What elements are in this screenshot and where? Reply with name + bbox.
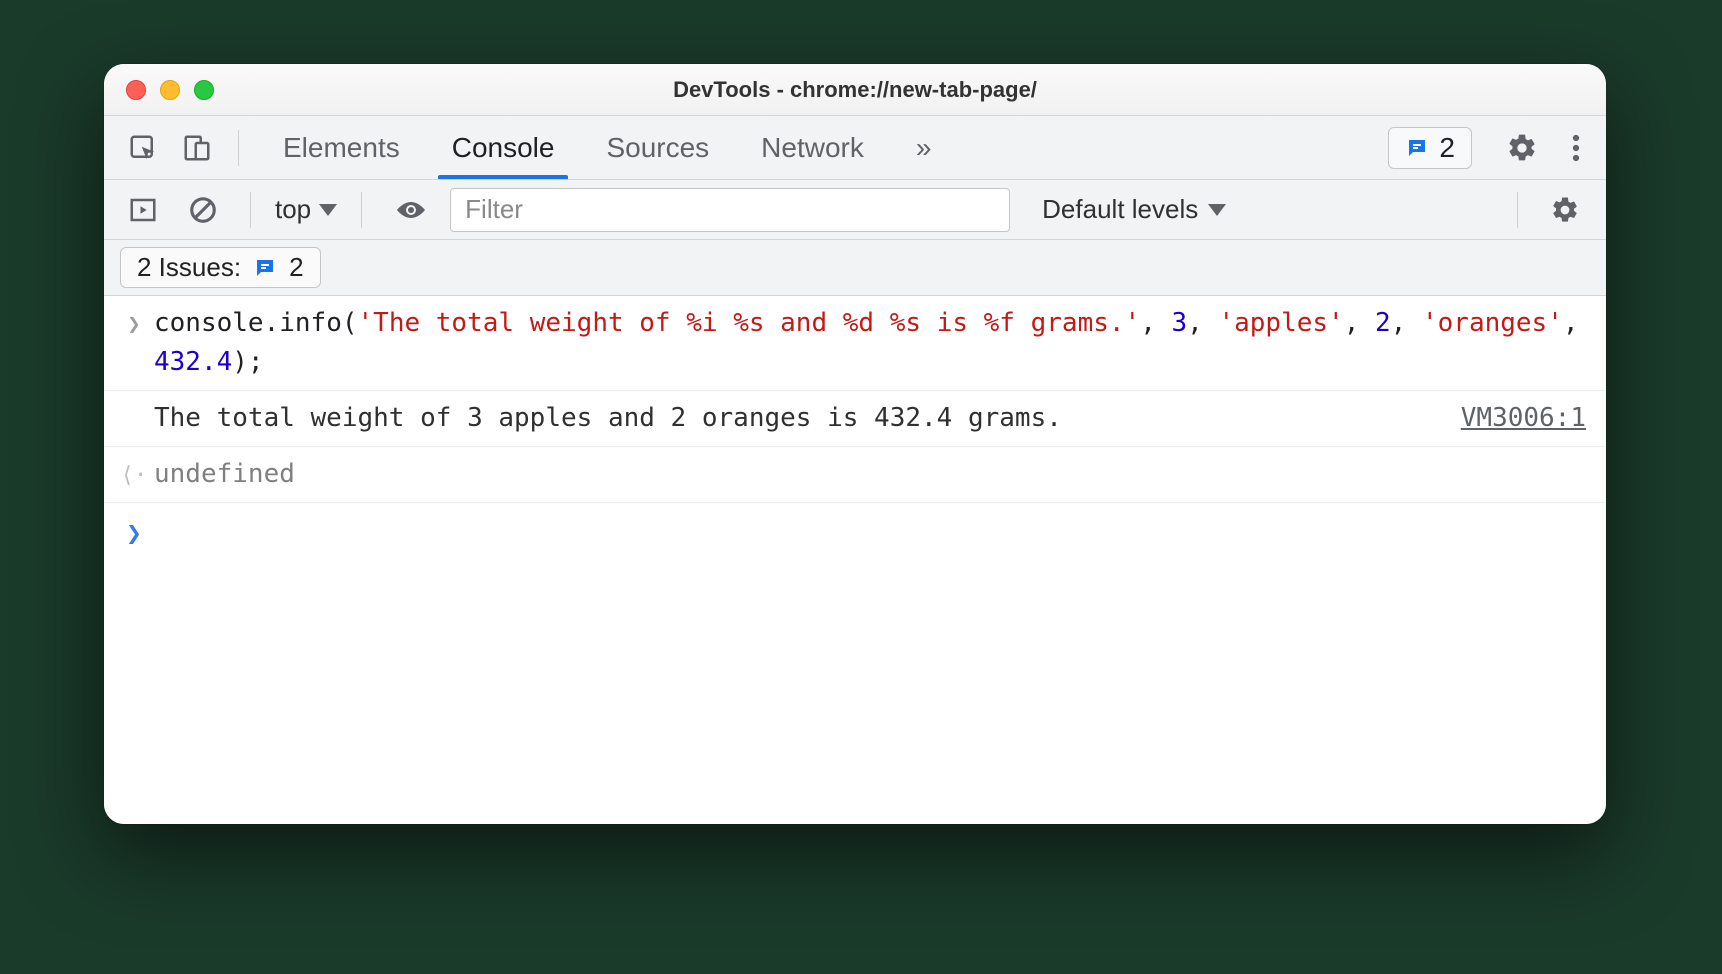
console-settings-button[interactable] — [1542, 188, 1588, 232]
gear-icon — [1506, 132, 1538, 164]
console-prompt[interactable]: ❯ — [104, 503, 1606, 562]
devtools-window: DevTools - chrome://new-tab-page/ Elemen… — [104, 64, 1606, 824]
input-marker-icon: ❯ — [114, 304, 154, 341]
divider — [1517, 192, 1518, 228]
sidebar-toggle-icon — [128, 195, 158, 225]
chevron-down-icon — [319, 204, 337, 216]
titlebar: DevTools - chrome://new-tab-page/ — [104, 64, 1606, 116]
header-issues-count: 2 — [1439, 132, 1455, 164]
console-sidebar-toggle[interactable] — [120, 188, 166, 232]
console-return-value: ⟨· undefined — [104, 447, 1606, 503]
levels-label: Default levels — [1042, 194, 1198, 225]
divider — [238, 130, 239, 166]
filter-input[interactable] — [450, 188, 1010, 232]
zoom-window-button[interactable] — [194, 80, 214, 100]
context-label: top — [275, 194, 311, 225]
live-expression-button[interactable] — [386, 188, 436, 232]
console-toolbar: top Default levels — [104, 180, 1606, 240]
log-levels-selector[interactable]: Default levels — [1042, 194, 1226, 225]
gear-icon — [1550, 195, 1580, 225]
console-log-message: The total weight of 3 apples and 2 orang… — [104, 391, 1606, 447]
eye-icon — [394, 198, 428, 222]
device-toolbar-icon[interactable] — [174, 126, 220, 170]
issues-icon — [1405, 136, 1429, 160]
execution-context-selector[interactable]: top — [275, 194, 337, 225]
issues-label: 2 Issues: — [137, 252, 241, 283]
console-output: ❯ console.info('The total weight of %i %… — [104, 296, 1606, 824]
traffic-lights — [126, 80, 214, 100]
gutter-spacer — [114, 399, 154, 403]
clear-console-button[interactable] — [180, 188, 226, 232]
tab-elements[interactable]: Elements — [257, 116, 426, 179]
chevron-down-icon — [1208, 204, 1226, 216]
return-marker-icon: ⟨· — [114, 455, 154, 492]
divider — [250, 192, 251, 228]
tabstrip: Elements Console Sources Network » 2 — [104, 116, 1606, 180]
settings-button[interactable] — [1498, 126, 1546, 170]
tab-network[interactable]: Network — [735, 116, 890, 179]
source-link[interactable]: VM3006:1 — [1461, 399, 1586, 438]
panel-tabs: Elements Console Sources Network » — [257, 116, 957, 179]
clear-icon — [188, 195, 218, 225]
window-title: DevTools - chrome://new-tab-page/ — [104, 77, 1606, 103]
tab-console[interactable]: Console — [426, 116, 581, 179]
console-input-echo: ❯ console.info('The total weight of %i %… — [104, 296, 1606, 391]
issues-count: 2 — [289, 252, 303, 283]
console-input-code: console.info('The total weight of %i %s … — [154, 304, 1586, 382]
issues-chip[interactable]: 2 Issues: 2 — [120, 247, 321, 288]
close-window-button[interactable] — [126, 80, 146, 100]
return-text: undefined — [154, 455, 1586, 494]
kebab-icon — [1572, 133, 1580, 163]
divider — [361, 192, 362, 228]
header-issues-button[interactable]: 2 — [1388, 127, 1472, 169]
inspect-element-icon[interactable] — [120, 126, 166, 170]
issues-bar: 2 Issues: 2 — [104, 240, 1606, 296]
tab-overflow[interactable]: » — [890, 116, 958, 179]
tab-sources[interactable]: Sources — [580, 116, 735, 179]
issues-icon — [253, 256, 277, 280]
prompt-marker-icon: ❯ — [114, 511, 154, 554]
minimize-window-button[interactable] — [160, 80, 180, 100]
log-text: The total weight of 3 apples and 2 orang… — [154, 399, 1441, 438]
more-menu-button[interactable] — [1564, 126, 1588, 170]
